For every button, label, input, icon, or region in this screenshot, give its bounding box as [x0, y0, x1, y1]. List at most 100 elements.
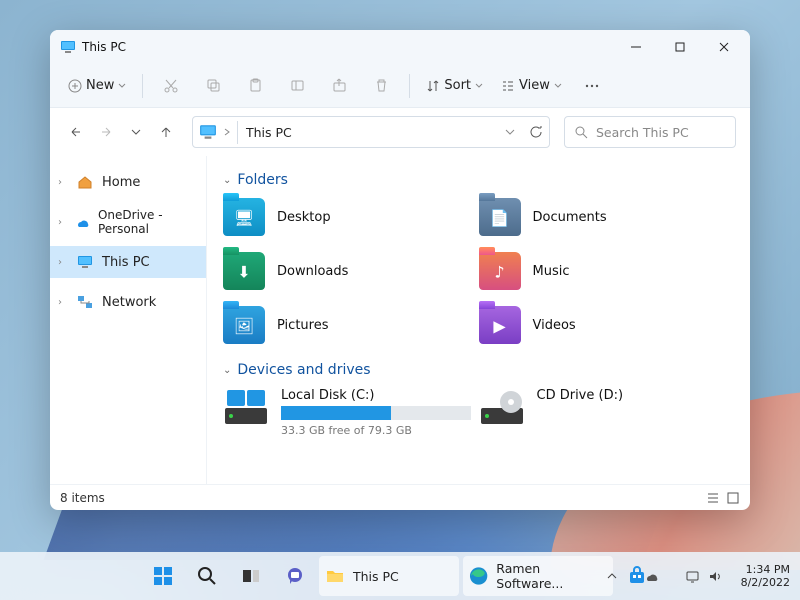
folder-label: Documents [533, 210, 607, 225]
content-area: ⌄ Folders 🖥 Desktop 📄 Documents ⬇ Downlo… [207, 156, 750, 484]
storage-bar [281, 406, 471, 420]
new-menu[interactable]: New [60, 70, 134, 102]
taskbar-chat[interactable] [275, 556, 315, 596]
paste-button[interactable] [235, 70, 275, 102]
back-button[interactable] [64, 120, 88, 144]
separator [409, 74, 410, 98]
copy-button[interactable] [193, 70, 233, 102]
chevron-down-icon[interactable] [505, 127, 515, 137]
network-icon [76, 293, 94, 311]
share-button[interactable] [319, 70, 359, 102]
close-button[interactable] [702, 30, 746, 64]
chevron-down-icon [554, 82, 562, 90]
home-icon [76, 173, 94, 191]
sidebar-item-label: Home [102, 175, 140, 190]
window-title: This PC [82, 40, 614, 54]
folder-music[interactable]: ♪ Music [479, 252, 735, 290]
up-button[interactable] [154, 120, 178, 144]
drive-local-c[interactable]: Local Disk (C:) 33.3 GB free of 79.3 GB [223, 388, 479, 437]
clock-date: 8/2/2022 [741, 576, 790, 589]
cloud-icon [643, 568, 659, 584]
network-icon [685, 569, 700, 584]
search-icon [197, 566, 217, 586]
chevron-right-icon: › [58, 217, 70, 228]
navigation-sidebar: › Home › OneDrive - Personal › This PC ›… [50, 156, 207, 484]
clock-time: 1:34 PM [741, 563, 790, 576]
drive-subtext: 33.3 GB free of 79.3 GB [281, 424, 479, 437]
this-pc-icon [76, 253, 94, 271]
status-bar: 8 items [50, 484, 750, 510]
cd-drive-icon [479, 388, 525, 428]
sort-label: Sort [444, 78, 471, 93]
tray-overflow[interactable] [599, 567, 625, 585]
paste-icon [248, 78, 263, 93]
chat-icon [285, 566, 305, 586]
titlebar[interactable]: This PC [50, 30, 750, 64]
share-icon [332, 78, 347, 93]
sidebar-item-network[interactable]: › Network [50, 286, 206, 318]
drive-label: CD Drive (D:) [537, 388, 735, 403]
chevron-down-icon: ⌄ [223, 175, 231, 186]
delete-button[interactable] [361, 70, 401, 102]
view-label: View [519, 78, 550, 93]
folder-pictures[interactable]: 🖼 Pictures [223, 306, 479, 344]
more-menu[interactable] [572, 70, 612, 102]
chevron-down-icon: ⌄ [223, 365, 231, 376]
view-menu[interactable]: View [493, 70, 570, 102]
drive-icon [223, 388, 269, 428]
view-icon [501, 79, 515, 93]
sidebar-item-this-pc[interactable]: › This PC [50, 246, 206, 278]
sidebar-item-label: Network [102, 295, 156, 310]
chevron-right-icon [223, 128, 231, 136]
taskbar-clock[interactable]: 1:34 PM 8/2/2022 [741, 563, 790, 589]
rename-button[interactable] [277, 70, 317, 102]
section-folders-header[interactable]: ⌄ Folders [223, 172, 734, 188]
document-icon: 📄 [490, 208, 510, 227]
refresh-icon[interactable] [529, 125, 543, 139]
volume-icon [708, 569, 723, 584]
folder-downloads[interactable]: ⬇ Downloads [223, 252, 479, 290]
details-view-icon[interactable] [706, 491, 720, 505]
search-icon [575, 126, 588, 139]
chevron-right-icon: › [58, 257, 72, 268]
search-placeholder: Search This PC [596, 125, 689, 140]
section-drives-header[interactable]: ⌄ Devices and drives [223, 362, 734, 378]
drive-label: Local Disk (C:) [281, 388, 479, 403]
sidebar-item-home[interactable]: › Home [50, 166, 206, 198]
taskbar-search[interactable] [187, 556, 227, 596]
taskbar-label: This PC [353, 569, 399, 584]
address-bar[interactable]: This PC [192, 116, 550, 148]
tray-onedrive[interactable] [635, 564, 667, 588]
new-label: New [86, 78, 114, 93]
maximize-button[interactable] [658, 30, 702, 64]
sort-menu[interactable]: Sort [418, 70, 491, 102]
folder-label: Downloads [277, 264, 348, 279]
folder-videos[interactable]: ▶ Videos [479, 306, 735, 344]
separator [142, 74, 143, 98]
tiles-view-icon[interactable] [726, 491, 740, 505]
forward-button[interactable] [94, 120, 118, 144]
file-explorer-window: This PC New Sort View [50, 30, 750, 510]
tray-network-sound[interactable] [677, 565, 731, 588]
search-input[interactable]: Search This PC [564, 116, 736, 148]
start-button[interactable] [143, 556, 183, 596]
breadcrumb-segment[interactable]: This PC [237, 121, 300, 144]
task-view[interactable] [231, 556, 271, 596]
chevron-up-icon [607, 571, 617, 581]
taskbar-edge[interactable]: Ramen Software... [463, 556, 613, 596]
sidebar-item-onedrive[interactable]: › OneDrive - Personal [50, 206, 206, 238]
cut-button[interactable] [151, 70, 191, 102]
taskbar-explorer[interactable]: This PC [319, 556, 459, 596]
video-icon: ▶ [493, 316, 505, 335]
folder-documents[interactable]: 📄 Documents [479, 198, 735, 236]
drive-cd-d[interactable]: CD Drive (D:) [479, 388, 735, 437]
folder-desktop[interactable]: 🖥 Desktop [223, 198, 479, 236]
sidebar-item-label: This PC [102, 255, 150, 270]
navigation-row: This PC Search This PC [50, 108, 750, 156]
recent-locations-button[interactable] [124, 120, 148, 144]
rename-icon [290, 78, 305, 93]
command-bar: New Sort View [50, 64, 750, 108]
minimize-button[interactable] [614, 30, 658, 64]
folder-label: Music [533, 264, 570, 279]
music-icon: ♪ [494, 262, 504, 281]
